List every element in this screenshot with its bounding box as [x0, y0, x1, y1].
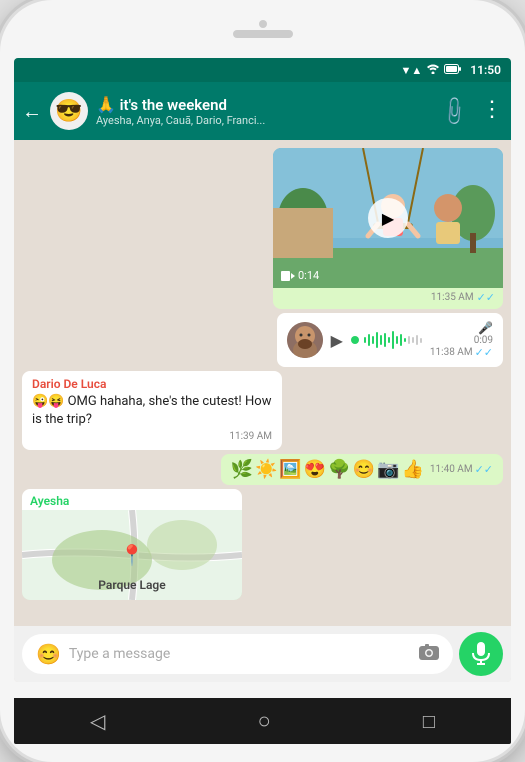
attach-icon[interactable]: 📎	[437, 94, 472, 129]
message-text: 😜😝 OMG hahaha, she's the cutest! How is …	[32, 393, 272, 429]
send-voice-button[interactable]	[459, 632, 503, 676]
map-message[interactable]: Ayesha 📍 Parque Lage	[22, 489, 242, 600]
video-timestamp: 11:35 AM	[431, 292, 474, 303]
emoji-6: 😊	[353, 459, 375, 480]
video-message[interactable]: ▶ 0:14 11:35 AM ✓✓	[273, 148, 503, 309]
audio-ticks: ✓✓	[475, 346, 493, 359]
audio-progress-dot	[351, 336, 359, 344]
audio-waveform	[351, 330, 422, 350]
emoji-picker-icon[interactable]: 😊	[36, 642, 61, 666]
phone-shell: ▼▲ 11:50	[0, 0, 525, 762]
message-input-field[interactable]: 😊 Type a message	[22, 634, 453, 674]
incoming-text-message: Dario De Luca 😜😝 OMG hahaha, she's the c…	[22, 371, 282, 450]
map-pin-icon: 📍	[120, 543, 145, 567]
recents-nav-button[interactable]: □	[423, 709, 435, 734]
map-sender: Ayesha	[22, 489, 242, 510]
map-location-name: Parque Lage	[98, 578, 165, 592]
bottom-navigation: ◁ ○ □	[14, 698, 511, 744]
speaker	[233, 30, 293, 38]
mic-icon: 🎤	[478, 321, 493, 335]
chat-header: ← 😎 🙏 it's the weekend Ayesha, Anya, Cau…	[14, 82, 511, 140]
emoji-ticks: ✓✓	[475, 463, 493, 476]
back-nav-button[interactable]: ◁	[90, 709, 105, 733]
map-image[interactable]: 📍 Parque Lage	[22, 510, 242, 600]
audio-duration: 0:09	[474, 335, 493, 346]
message-timestamp: 11:39 AM	[229, 431, 272, 442]
audio-sender-avatar	[287, 322, 323, 358]
screen: ▼▲ 11:50	[14, 58, 511, 682]
emoji-8: 👍	[402, 459, 424, 480]
message-input[interactable]: Type a message	[69, 646, 411, 662]
emoji-4: 😍	[304, 459, 326, 480]
emoji-1: 🌿	[231, 459, 253, 480]
emoji-5: 🌳	[328, 459, 350, 480]
video-thumbnail: ▶ 0:14	[273, 148, 503, 288]
sender-name: Dario De Luca	[32, 377, 272, 391]
input-bar: 😊 Type a message	[14, 626, 511, 682]
more-options-icon[interactable]: ⋮	[481, 99, 503, 123]
video-play-button[interactable]: ▶	[368, 198, 408, 238]
status-bar: ▼▲ 11:50	[14, 58, 511, 82]
audio-play-button[interactable]: ▶	[331, 331, 343, 350]
time-display: 11:50	[470, 63, 501, 77]
video-time-row: 11:35 AM ✓✓	[273, 288, 503, 309]
read-ticks: ✓✓	[477, 291, 495, 304]
back-button[interactable]: ←	[22, 99, 42, 124]
emoji-message: 🌿 ☀️ 🖼️ 😍 🌳 😊 📷 👍 11:40 AM ✓✓	[221, 454, 503, 485]
header-actions: 📎 ⋮	[442, 99, 503, 123]
video-duration: 0:14	[281, 269, 319, 282]
message-footer: 11:39 AM	[32, 431, 272, 442]
header-info[interactable]: 🙏 it's the weekend Ayesha, Anya, Cauã, D…	[96, 95, 434, 127]
signal-icon: ▼▲	[401, 64, 423, 77]
chat-messages: ▶ 0:14 11:35 AM ✓✓	[14, 140, 511, 626]
home-nav-button[interactable]: ○	[257, 708, 270, 734]
emoji-2: ☀️	[255, 459, 277, 480]
emoji-3: 🖼️	[279, 459, 301, 480]
audio-timestamp: 11:38 AM	[430, 347, 473, 358]
battery-icon	[444, 64, 462, 77]
emoji-7: 📷	[377, 459, 399, 480]
chat-subtitle: Ayesha, Anya, Cauã, Dario, Franci...	[96, 114, 434, 127]
camera-attach-icon[interactable]	[419, 644, 439, 665]
status-bar-icons: ▼▲ 11:50	[401, 63, 501, 77]
emoji-timestamp: 11:40 AM	[430, 464, 473, 475]
wifi-bars	[426, 63, 440, 77]
audio-info: 🎤 0:09 11:38 AM ✓✓	[430, 321, 493, 359]
audio-message[interactable]: ▶	[277, 313, 503, 367]
group-avatar[interactable]: 😎	[50, 92, 88, 130]
chat-title: 🙏 it's the weekend	[96, 95, 434, 114]
